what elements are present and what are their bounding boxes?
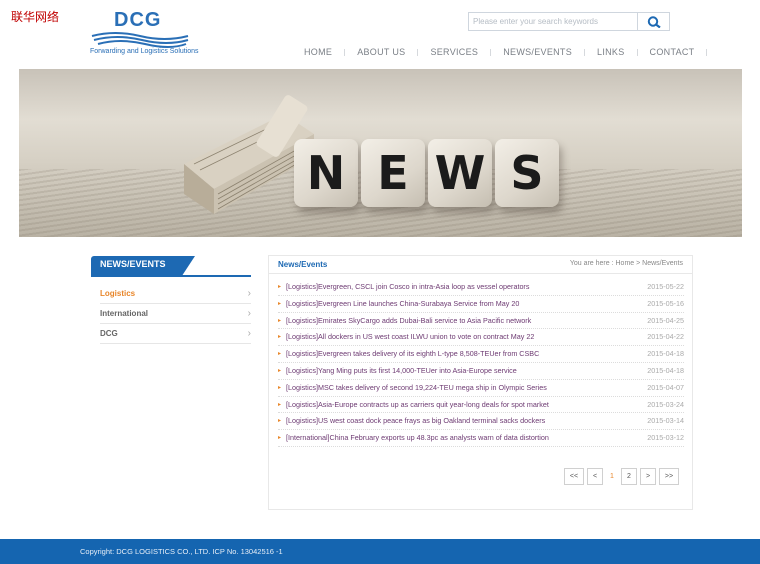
news-item-title[interactable]: [Logistics]MSC takes delivery of second … [286,380,547,396]
news-item-date: 2015-04-07 [647,382,684,392]
sidebar-item-label: International [100,309,149,318]
news-item[interactable]: ▸ [Logistics]Emirates SkyCargo adds Dubai… [278,313,684,330]
site-tag: 联华网络 [11,10,60,24]
news-panel: News/Events You are here : Home > News/E… [268,255,693,510]
sidebar-item-international[interactable]: International › [100,304,251,324]
news-item-title[interactable]: [Logistics]US west coast dock peace fray… [286,413,545,429]
bullet-icon: ▸ [278,401,282,408]
bullet-icon: ▸ [278,334,282,341]
news-item-title[interactable]: [Logistics]Yang Ming puts its first 14,0… [286,363,517,379]
news-item-date: 2015-04-18 [647,365,684,375]
page-2-link[interactable]: 2 [621,468,637,485]
banner-letter-e: E [361,139,425,207]
news-item[interactable]: ▸ [Logistics]Evergreen takes delivery of … [278,346,684,363]
sidebar-heading: NEWS/EVENTS [91,256,251,277]
pagination: << < 1 2 > >> [564,468,679,485]
logo-wave-icon [91,32,189,48]
page-1-link[interactable]: 1 [606,468,618,485]
news-item[interactable]: ▸ [Logistics]Evergreen Line launches Chin… [278,296,684,313]
news-panel-title: News/Events [278,260,328,269]
sidebar-item-dcg[interactable]: DCG › [100,324,251,344]
news-panel-header: News/Events You are here : Home > News/E… [269,256,692,274]
search-input[interactable] [469,13,637,30]
logo-tagline: Forwarding and Logistics Solutions [90,48,199,55]
news-list: ▸ [Logistics]Evergreen, CSCL join Cosco i… [278,279,684,447]
news-item-date: 2015-04-22 [647,332,684,342]
nav-divider [706,48,708,56]
banner-letter-n: N [294,139,358,207]
nav-contact[interactable]: CONTACT [638,47,707,57]
search-box [468,12,670,31]
page-first-button[interactable]: << [564,468,584,485]
nav-services[interactable]: SERVICES [418,47,490,57]
banner-letter-s: S [495,139,559,207]
news-item[interactable]: ▸ [Logistics]Asia-Europe contracts up as … [278,397,684,414]
footer: Copyright: DCG LOGISTICS CO., LTD. ICP N… [0,539,760,564]
news-item-date: 2015-04-18 [647,349,684,359]
news-item[interactable]: ▸ [Logistics]Evergreen, CSCL join Cosco i… [278,279,684,296]
news-item-title[interactable]: [International]China February exports up… [286,430,549,446]
news-item[interactable]: ▸ [Logistics]US west coast dock peace fra… [278,413,684,431]
news-item-title[interactable]: [Logistics]Evergreen, CSCL join Cosco in… [286,279,529,295]
page-prev-button[interactable]: < [587,468,603,485]
bullet-icon: ▸ [278,300,282,307]
chevron-right-icon: › [247,288,251,299]
sidebar-heading-label: NEWS/EVENTS [100,259,166,269]
news-item-date: 2015-05-16 [647,298,684,308]
news-item-date: 2015-03-12 [647,433,684,443]
sidebar-list: Logistics › International › DCG › [91,284,251,344]
breadcrumb: You are here : Home > News/Events [569,260,683,267]
news-item[interactable]: ▸ [Logistics]Yang Ming puts its first 14,… [278,363,684,380]
news-item-date: 2015-03-14 [647,416,684,426]
bullet-icon: ▸ [278,384,282,391]
sidebar-item-label: DCG [100,329,118,338]
news-item[interactable]: ▸ [Logistics]MSC takes delivery of second… [278,380,684,397]
sidebar-heading-underline [91,275,251,277]
chevron-right-icon: › [247,328,251,339]
news-item-title[interactable]: [Logistics]Asia-Europe contracts up as c… [286,397,549,413]
search-icon [647,15,661,28]
bullet-icon: ▸ [278,284,282,290]
bullet-icon: ▸ [278,418,282,425]
logo[interactable]: DCG Forwarding and Logistics Solutions [90,9,200,59]
chevron-right-icon: › [247,308,251,319]
page-next-button[interactable]: > [640,468,656,485]
news-item-title[interactable]: [Logistics]All dockers in US west coast … [286,329,534,345]
news-banner: N E W S [19,69,742,237]
bullet-icon: ▸ [278,367,282,374]
news-item[interactable]: ▸ [International]China February exports u… [278,430,684,447]
news-item-date: 2015-05-22 [647,282,684,291]
banner-letter-w: W [428,139,492,207]
logo-text: DCG [114,9,162,31]
news-item-date: 2015-03-24 [647,399,684,409]
nav-home[interactable]: HOME [292,47,344,57]
sidebar-item-label: Logistics [100,289,136,298]
news-item[interactable]: ▸ [Logistics]All dockers in US west coast… [278,329,684,347]
page-last-button[interactable]: >> [659,468,679,485]
page: 联华网络 DCG Forwarding and Logistics Soluti… [0,0,760,564]
footer-copyright: Copyright: DCG LOGISTICS CO., LTD. ICP N… [80,547,283,556]
news-item-title[interactable]: [Logistics]Evergreen takes delivery of i… [286,346,539,362]
nav-about-us[interactable]: ABOUT US [345,47,417,57]
search-button[interactable] [637,13,669,30]
bullet-icon: ▸ [278,351,282,358]
news-item-title[interactable]: [Logistics]Emirates SkyCargo adds Dubai-… [286,313,531,329]
sidebar-item-logistics[interactable]: Logistics › [100,284,251,304]
bullet-icon: ▸ [278,435,282,442]
bullet-icon: ▸ [278,317,282,324]
news-item-date: 2015-04-25 [647,315,684,325]
nav-news-events[interactable]: NEWS/EVENTS [491,47,584,57]
nav-links[interactable]: LINKS [585,47,637,57]
sidebar: NEWS/EVENTS Logistics › International › … [91,256,251,344]
news-item-title[interactable]: [Logistics]Evergreen Line launches China… [286,296,519,312]
main-nav: HOME ABOUT US SERVICES NEWS/EVENTS LINKS… [292,47,708,57]
